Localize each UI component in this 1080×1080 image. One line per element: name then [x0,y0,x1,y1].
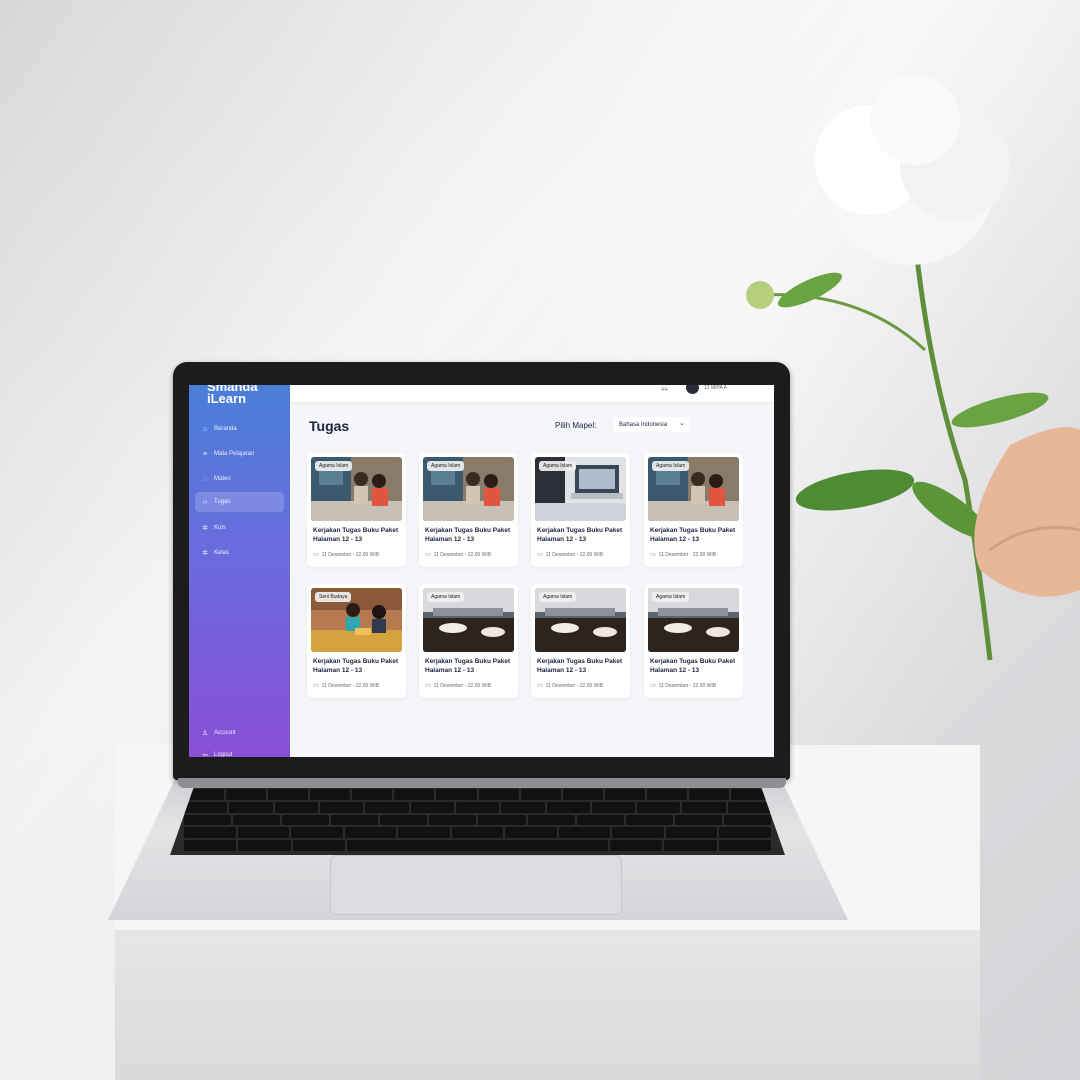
assignment-card[interactable]: Agama Islam Kerjakan Tugas Buku Paket Hal… [531,453,630,567]
sidebar-item-label: Kelas [214,550,230,556]
calendar-icon: ▭ [537,683,543,689]
card-date: ▭ 11 Desember - 22.00 WIB [425,551,492,559]
calendar-icon: ▭ [650,552,656,558]
calendar-icon: ▭ [650,683,656,689]
assignment-card[interactable]: Seni Budaya Kerjakan Tugas Buku Paket Hal… [307,584,406,698]
subject-badge: Agama Islam [315,461,353,471]
gear-icon: ✲ [202,525,208,532]
sidebar: Smanda iLearn ⌂ Beranda ≡ Mata Pelajaran ◌ Ma… [189,385,290,757]
card-title: Kerjakan Tugas Buku Paket Halaman 12 - 1… [313,527,399,543]
sidebar-item-label: Tugas [214,499,231,505]
home-icon: ⌂ [202,425,208,433]
card-date: ▭ 11 Desember - 22.00 WIB [650,551,717,559]
assignment-card[interactable]: Agama Islam Kerjakan Tugas Buku Paket Hal… [419,453,518,567]
sidebar-item-label: Account [214,730,236,736]
pedestal-side [115,930,980,1080]
card-title: Kerjakan Tugas Buku Paket Halaman 12 - 1… [425,658,511,674]
calendar-icon: ▭ [425,683,431,689]
card-date: ▭ 11 Desember - 22.00 WIB [313,551,380,559]
top-bar: 🔔︎ 12 MIPA A [290,385,774,402]
card-title: Kerjakan Tugas Buku Paket Halaman 12 - 1… [537,527,623,543]
card-title: Kerjakan Tugas Buku Paket Halaman 12 - 1… [313,658,399,674]
laptop-keyboard [170,785,785,855]
subject-select-value: Bahasa Indonesia [619,421,668,428]
chat-icon: ◌ [202,475,208,483]
laptop-hinge [178,778,786,788]
card-title: Kerjakan Tugas Buku Paket Halaman 12 - 1… [425,527,511,543]
sidebar-item-label: Beranda [214,426,237,432]
gear-icon: ✲ [202,550,208,557]
assignment-card[interactable]: Agama Islam Kerjakan Tugas Buku Paket Hal… [307,453,406,567]
calendar-icon: ▭ [313,552,319,558]
sidebar-item-label: Logout [214,752,233,757]
card-date-text: 11 Desember - 22.00 WIB [658,682,717,689]
list-icon: ≡ [202,450,208,458]
card-title: Kerjakan Tugas Buku Paket Halaman 12 - 1… [650,658,736,674]
sidebar-item-beranda[interactable]: ⌂ Beranda [195,419,284,439]
code-icon: ‹› [202,498,208,506]
subject-badge: Agama Islam [427,461,465,471]
assignment-card[interactable]: Agama Islam Kerjakan Tugas Buku Paket Hal… [644,584,743,698]
chevron-down-icon: ⌄ [679,420,685,427]
card-date: ▭ 11 Desember - 22.00 WIB [650,682,717,690]
card-date: ▭ 11 Desember - 22.00 WIB [537,682,604,690]
sidebar-item-mata-pelajaran[interactable]: ≡ Mata Pelajaran [195,444,284,464]
card-title: Kerjakan Tugas Buku Paket Halaman 12 - 1… [537,658,623,674]
laptop-trackpad [330,855,622,915]
subject-badge: Agama Islam [427,592,465,602]
sidebar-item-label: Kuis [214,525,226,531]
user-class: 12 MIPA A [704,385,727,391]
subject-badge: Agama Islam [539,461,577,471]
card-date: ▭ 11 Desember - 22.00 WIB [313,682,380,690]
sidebar-item-kuis[interactable]: ✲ Kuis [195,518,284,538]
app-logo[interactable]: Smanda iLearn [207,385,258,405]
subject-badge: Agama Islam [539,592,577,602]
card-date-text: 11 Desember - 22.00 WIB [433,682,492,689]
assignment-card[interactable]: Agama Islam Kerjakan Tugas Buku Paket Hal… [419,584,518,698]
card-date-text: 11 Desember - 22.00 WIB [545,682,604,689]
logout-icon: ⇦ [202,752,208,757]
logo-line-2: iLearn [207,391,247,406]
sidebar-item-logout[interactable]: ⇦ Logout [195,745,284,757]
sidebar-item-materi[interactable]: ◌ Materi [195,469,284,489]
card-date: ▭ 11 Desember - 22.00 WIB [425,682,492,690]
user-icon: ♙ [201,730,209,737]
page-title: Tugas [309,418,350,434]
sidebar-item-tugas[interactable]: ‹› Tugas [195,492,284,512]
card-date-text: 11 Desember - 22.00 WIB [545,551,604,558]
calendar-icon: ▭ [537,552,543,558]
subject-badge: Agama Islam [652,461,690,471]
bell-icon[interactable]: 🔔︎ [660,385,669,391]
card-date: ▭ 11 Desember - 22.00 WIB [537,551,604,559]
card-date-text: 11 Desember - 22.00 WIB [321,682,380,689]
avatar[interactable] [686,385,699,394]
calendar-icon: ▭ [425,552,431,558]
card-date-text: 11 Desember - 22.00 WIB [433,551,492,558]
card-date-text: 11 Desember - 22.00 WIB [321,551,380,558]
subject-select[interactable]: Bahasa Indonesia ⌄ [613,417,690,432]
laptop-screen: Smanda iLearn ⌂ Beranda ≡ Mata Pelajaran ◌ Ma… [189,385,774,757]
sidebar-item-label: Materi [214,476,231,482]
assignment-card[interactable]: Agama Islam Kerjakan Tugas Buku Paket Hal… [531,584,630,698]
calendar-icon: ▭ [313,683,319,689]
filter-label: Pilih Mapel: [555,421,597,430]
subject-badge: Seni Budaya [315,592,352,602]
subject-badge: Agama Islam [652,592,690,602]
assignment-card[interactable]: Agama Islam Kerjakan Tugas Buku Paket Hal… [644,453,743,567]
sidebar-item-account[interactable]: ♙ Account [195,723,284,743]
sidebar-item-label: Mata Pelajaran [214,451,255,457]
sidebar-item-kelas[interactable]: ✲ Kelas [195,543,284,563]
card-date-text: 11 Desember - 22.00 WIB [658,551,717,558]
card-title: Kerjakan Tugas Buku Paket Halaman 12 - 1… [650,527,736,543]
